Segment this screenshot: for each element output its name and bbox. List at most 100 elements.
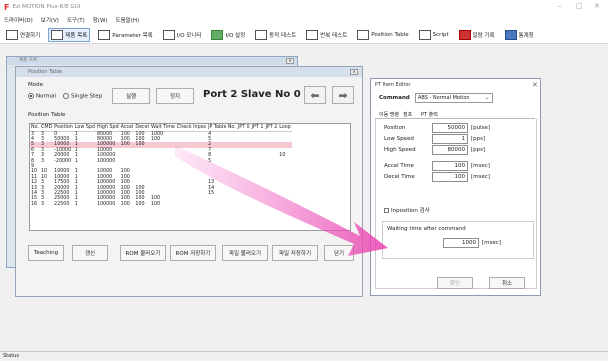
- tab-move-command[interactable]: 이동 명령: [379, 111, 399, 118]
- wait-time-label: Waiting time after command: [387, 226, 466, 232]
- table-cell[interactable]: 22500: [53, 202, 74, 207]
- decel-time-unit: [msec]: [471, 174, 490, 180]
- script-button[interactable]: Script: [417, 28, 451, 42]
- column-header[interactable]: JPT 2: [264, 124, 279, 132]
- teaching-button[interactable]: Teaching: [28, 245, 64, 261]
- editor-title: PT Item Editor: [375, 82, 411, 88]
- alarm-log-icon: [458, 29, 471, 40]
- parameter-list-label: Parameter 목록: [112, 32, 153, 39]
- table-cell[interactable]: [278, 202, 292, 207]
- app-logo-icon: F: [4, 2, 10, 12]
- product-list-button[interactable]: 제품 목록: [48, 27, 91, 42]
- column-header[interactable]: JPT 0: [236, 124, 251, 132]
- table-cell[interactable]: 100000: [96, 202, 120, 207]
- stop-button[interactable]: 정지: [156, 88, 194, 104]
- file-save-button[interactable]: 파일 저장하기: [272, 245, 318, 261]
- high-speed-field[interactable]: 80000: [432, 145, 468, 155]
- mode-single-step-label: Single Step: [71, 93, 103, 100]
- menu-tools[interactable]: 도구(T): [67, 16, 85, 24]
- editor-close-icon[interactable]: ✕: [532, 81, 538, 89]
- maximize-icon[interactable]: □: [576, 2, 583, 10]
- close-button[interactable]: 닫기: [324, 245, 354, 261]
- minimize-icon[interactable]: –: [558, 2, 562, 10]
- table-cell[interactable]: 3: [40, 202, 53, 207]
- column-header[interactable]: Check Inpos: [175, 124, 208, 132]
- table-cell[interactable]: -20000: [53, 159, 74, 164]
- column-header[interactable]: Wait Time: [149, 124, 176, 132]
- column-header[interactable]: High Spd: [95, 124, 120, 132]
- repeat-test-button[interactable]: 반복 테스트: [304, 28, 349, 42]
- position-field[interactable]: 50000: [432, 123, 468, 133]
- ok-button[interactable]: 확인: [437, 277, 473, 289]
- chevron-down-icon: ⌄: [484, 95, 489, 101]
- position-label: Position: [384, 125, 406, 131]
- table-cell[interactable]: [207, 202, 237, 207]
- column-header[interactable]: Low Spd: [73, 124, 96, 132]
- inposition-checkbox[interactable]: Inposition 검사: [384, 206, 430, 214]
- column-header[interactable]: Decel: [134, 124, 150, 132]
- low-speed-field[interactable]: 1: [432, 134, 468, 144]
- table-cell[interactable]: 1: [74, 202, 96, 207]
- position-table-close-icon[interactable]: ✕: [350, 69, 358, 75]
- script-icon: [418, 29, 431, 40]
- tab-jump[interactable]: 점프: [403, 111, 412, 118]
- rom-save-button[interactable]: ROM 저장하기: [170, 245, 216, 261]
- wait-time-field[interactable]: 1000: [443, 238, 479, 248]
- mode-normal-label: Normal: [36, 93, 56, 100]
- connect-button[interactable]: 연결하기: [4, 28, 42, 42]
- column-header[interactable]: JPT 1: [250, 124, 265, 132]
- menu-view[interactable]: 보기(V): [41, 16, 59, 24]
- position-table-button[interactable]: Position Table: [355, 28, 410, 42]
- table-cell[interactable]: [251, 202, 265, 207]
- command-select[interactable]: ABS - Normal Motion ⌄: [415, 93, 493, 103]
- refresh-button[interactable]: 갱신: [72, 245, 108, 261]
- column-header[interactable]: Accel: [119, 124, 135, 132]
- parameter-list-button[interactable]: Parameter 목록: [96, 28, 154, 42]
- script-label: Script: [432, 31, 449, 38]
- decel-time-field[interactable]: 100: [432, 172, 468, 182]
- wait-time-group: Waiting time after command 1000 [msec]: [382, 221, 534, 259]
- table-cell[interactable]: 100: [120, 202, 135, 207]
- table-cell[interactable]: [264, 202, 278, 207]
- column-header[interactable]: Position: [53, 124, 74, 132]
- close-icon[interactable]: ✕: [594, 2, 600, 10]
- table-cell[interactable]: 100: [150, 202, 176, 207]
- table-row[interactable]: 16 3 22500 1 100000 100 100 100: [30, 202, 292, 207]
- tab-pt-output[interactable]: PT 출력: [421, 111, 438, 118]
- prev-slave-button[interactable]: ⬅: [304, 86, 326, 104]
- next-slave-button[interactable]: ➡: [332, 86, 354, 104]
- table-cell[interactable]: [176, 202, 207, 207]
- menu-window[interactable]: 창(W): [93, 16, 108, 24]
- io-settings-button[interactable]: I/O 설정: [209, 28, 247, 42]
- checkbox-icon: [384, 208, 389, 213]
- io-monitor-button[interactable]: I/O 모니터: [161, 28, 204, 42]
- high-speed-label: High Speed: [384, 147, 416, 153]
- connect-icon: [6, 29, 18, 40]
- menu-driver[interactable]: 드라이버(D): [4, 16, 33, 24]
- menu-help[interactable]: 도움말(H): [116, 16, 140, 24]
- column-header[interactable]: JP Table No.: [207, 124, 237, 132]
- toolbar: 연결하기 제품 목록 Parameter 목록 I/O 모니터 I/O 설정 동…: [0, 26, 608, 44]
- io-monitor-icon: [162, 29, 175, 40]
- high-speed-unit: [pps]: [471, 147, 486, 153]
- table-header-row: No. CMD Position Low Spd High Spd Accel Decel W…: [30, 124, 292, 132]
- cancel-button[interactable]: 취소: [489, 277, 525, 289]
- motion-test-button[interactable]: 동작 테스트: [253, 28, 298, 42]
- product-list-close-icon[interactable]: ✕: [286, 58, 294, 64]
- run-button[interactable]: 실행: [112, 88, 150, 104]
- table-cell[interactable]: 16: [30, 202, 40, 207]
- column-header[interactable]: Loop: [278, 124, 292, 132]
- mode-normal-radio[interactable]: Normal: [28, 93, 56, 100]
- stats-button[interactable]: 통계창: [503, 28, 536, 42]
- accel-time-field[interactable]: 100: [432, 161, 468, 171]
- mode-single-step-radio[interactable]: Single Step: [63, 93, 102, 100]
- column-header[interactable]: No.: [30, 124, 40, 132]
- table-cell[interactable]: [237, 202, 251, 207]
- rom-load-button[interactable]: ROM 불러오기: [120, 245, 166, 261]
- alarm-log-button[interactable]: 알람 기록: [457, 28, 497, 42]
- wait-time-unit: [msec]: [482, 240, 501, 246]
- position-table-grid[interactable]: No. CMD Position Low Spd High Spd Accel Decel W…: [29, 123, 351, 231]
- table-cell[interactable]: 100: [134, 202, 150, 207]
- file-load-button[interactable]: 파일 불러오기: [222, 245, 268, 261]
- column-header[interactable]: CMD: [39, 124, 54, 132]
